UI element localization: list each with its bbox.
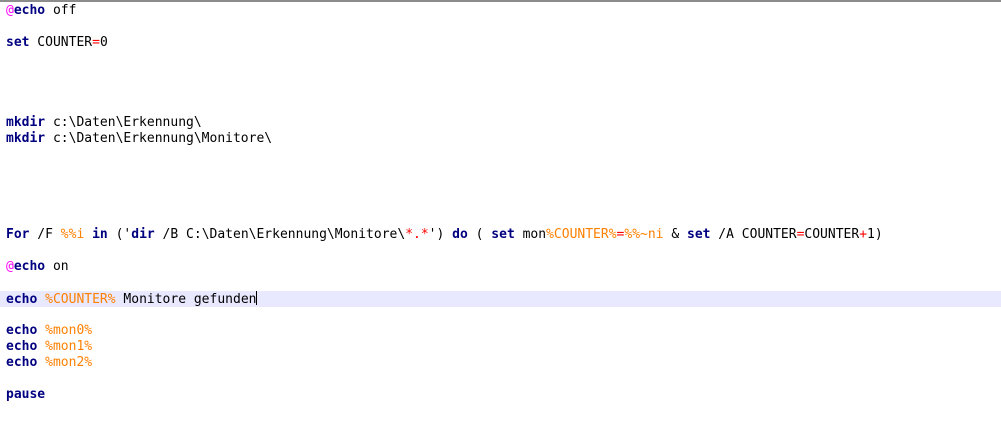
code-line[interactable]: set COUNTER=0 [0, 35, 1001, 51]
keyword-token: set [6, 35, 30, 50]
code-line[interactable]: For /F %%i in ('dir /B C:\Daten\Erkennun… [0, 227, 1001, 243]
keyword-token: echo [13, 3, 46, 18]
code-line[interactable]: @echo on [0, 259, 1001, 275]
text-token: COUNTER [804, 227, 860, 242]
current-code-line[interactable]: echo %COUNTER% Monitore gefunden [0, 291, 1001, 307]
keyword-token: echo [6, 323, 38, 338]
text-token: /A COUNTER [710, 227, 797, 242]
code-line[interactable]: echo %mon1% [0, 339, 1001, 355]
code-line[interactable]: mkdir c:\Daten\Erkennung\ [0, 115, 1001, 131]
code-line[interactable] [0, 83, 1001, 99]
text-token: off [45, 3, 77, 18]
code-line[interactable] [0, 371, 1001, 387]
variable-token: %mon2% [45, 355, 93, 370]
code-line[interactable] [0, 243, 1001, 259]
text-token: 1) [867, 227, 883, 242]
operator-token: = [92, 35, 100, 50]
keyword-token: do [452, 227, 468, 242]
code-line[interactable] [0, 67, 1001, 83]
text-token: on [45, 259, 69, 274]
at-sign-token: @ [6, 259, 14, 274]
keyword-token: set [491, 227, 515, 242]
code-line[interactable] [0, 163, 1001, 179]
keyword-token: echo [6, 339, 38, 354]
code-line[interactable] [0, 51, 1001, 67]
text-token: (' [107, 227, 132, 242]
code-line[interactable] [0, 147, 1001, 163]
text-token: c:\Daten\Erkennung\ [45, 115, 202, 130]
code-line[interactable] [0, 99, 1001, 115]
keyword-token: echo [6, 292, 38, 307]
keyword-token: in [92, 227, 108, 242]
code-line[interactable] [0, 307, 1001, 323]
keyword-token: For [6, 227, 30, 242]
text-token: COUNTER [29, 35, 93, 50]
text-token: c:\Daten\Erkennung\Monitore\ [45, 131, 273, 146]
code-line[interactable] [0, 275, 1001, 291]
code-line[interactable] [0, 179, 1001, 195]
code-line[interactable]: echo %mon2% [0, 355, 1001, 371]
text-token: mon [514, 227, 547, 242]
code-line[interactable]: pause [0, 387, 1001, 403]
variable-token: %mon0% [45, 323, 93, 338]
keyword-token: set [687, 227, 711, 242]
at-sign-token: @ [6, 3, 14, 18]
keyword-token: mkdir [6, 131, 46, 146]
code-line[interactable] [0, 211, 1001, 227]
code-line[interactable]: echo %mon0% [0, 323, 1001, 339]
operator-token: + [859, 227, 868, 242]
code-lines[interactable]: @echo off set COUNTER=0 mkdir c:\Daten\E… [0, 3, 1001, 403]
variable-token: %mon1% [45, 339, 93, 354]
variable-token: %%i [60, 227, 85, 242]
text-token: ( [467, 227, 492, 242]
keyword-token: mkdir [6, 115, 46, 130]
variable-token: %%~ni [624, 227, 664, 242]
text-token: /F [29, 227, 61, 242]
text-token: ') [428, 227, 453, 242]
keyword-token: pause [6, 387, 46, 402]
variable-token: %COUNTER% [546, 227, 617, 242]
code-line[interactable] [0, 19, 1001, 35]
text-token: 0 [99, 35, 108, 50]
keyword-token: echo [13, 259, 46, 274]
code-line[interactable]: mkdir c:\Daten\Erkennung\Monitore\ [0, 131, 1001, 147]
variable-token: %COUNTER% [45, 292, 116, 307]
code-line[interactable] [0, 195, 1001, 211]
keyword-token: echo [6, 355, 38, 370]
code-line[interactable]: @echo off [0, 3, 1001, 19]
text-token: Monitore gefunden [115, 292, 257, 307]
keyword-token: dir [131, 227, 155, 242]
code-editor[interactable]: @echo off set COUNTER=0 mkdir c:\Daten\E… [0, 0, 1001, 445]
text-token: & [663, 227, 687, 242]
text-caret [256, 291, 258, 305]
text-token: /B C:\Daten\Erkennung\Monitore\ [154, 227, 406, 242]
operator-token: *.* [405, 227, 429, 242]
